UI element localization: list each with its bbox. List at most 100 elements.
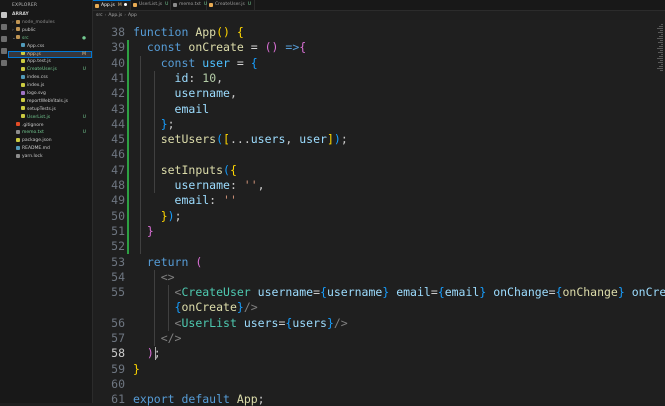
minimap-line: [659, 46, 663, 47]
tab-label: UserList.js: [139, 2, 163, 7]
code-line[interactable]: 55 <CreateUser username={username} email…: [93, 285, 665, 299]
line-number: 44: [111, 116, 125, 131]
indent-guide: [154, 70, 155, 194]
file-tree-item[interactable]: CreateUser.js U: [8, 66, 92, 74]
code-line[interactable]: 41 id: 10,: [93, 71, 665, 85]
code-line[interactable]: {onCreate}/>: [93, 300, 665, 314]
file-tree-item[interactable]: › public: [8, 27, 92, 35]
code-text: <UserList users={users}/>: [174, 315, 348, 330]
md-file-icon: [16, 145, 20, 150]
run-debug-icon[interactable]: [1, 48, 7, 54]
workspace-root[interactable]: ARRAY: [8, 11, 92, 19]
indent-guide: [140, 55, 141, 255]
file-tree-item[interactable]: reportWebVitals.js: [8, 98, 92, 106]
indent-guide: [154, 269, 155, 347]
code-text: const onCreate = () =>{: [146, 40, 307, 55]
code-line[interactable]: 61 export default App;: [93, 392, 665, 406]
line-number: 59: [111, 361, 125, 376]
file-tree-item-label: reportWebVitals.js: [27, 98, 68, 104]
search-icon[interactable]: [1, 24, 7, 30]
breadcrumb-file[interactable]: App.js: [108, 13, 122, 18]
file-tree-item[interactable]: UserList.js U: [8, 114, 92, 122]
file-tree-item[interactable]: package.json: [8, 137, 92, 145]
code-line[interactable]: 39 const onCreate = () =>{: [93, 40, 665, 54]
line-number: 55: [111, 285, 125, 300]
file-tree-item[interactable]: ⌄ src ●: [8, 35, 92, 43]
line-number: 57: [111, 331, 125, 345]
line-number: 50: [111, 208, 125, 223]
file-tree-item[interactable]: index.css: [8, 74, 92, 82]
breadcrumb-symbol[interactable]: App: [128, 13, 137, 18]
minimap[interactable]: [655, 20, 665, 75]
file-tree-item[interactable]: yarn.lock: [8, 153, 92, 161]
code-line[interactable]: 53 return (: [93, 255, 665, 269]
line-number: 60: [111, 376, 125, 391]
tab-memo-txt[interactable]: memo.txt U: [171, 0, 207, 10]
line-number: 41: [111, 70, 125, 85]
file-tree-item[interactable]: .gitignore: [8, 122, 92, 130]
minimap-line: [657, 28, 663, 29]
code-line[interactable]: 56 <UserList users={users}/>: [93, 316, 665, 330]
code-line[interactable]: 46: [93, 147, 665, 161]
code-editor[interactable]: 38 function App() {39 const onCreate = ()…: [93, 20, 665, 406]
minimap-line: [658, 62, 663, 63]
minimap-line: [661, 54, 663, 55]
line-number: 45: [111, 132, 125, 147]
file-tree-item-label: README.md: [22, 146, 50, 152]
file-tree-item[interactable]: setupTests.js: [8, 106, 92, 114]
code-line[interactable]: 43 email: [93, 102, 665, 116]
code-line[interactable]: 45 setUsers([...users, user]);: [93, 132, 665, 146]
minimap-line: [661, 24, 663, 25]
code-line[interactable]: 52: [93, 239, 665, 253]
tab-createuser-js[interactable]: CreateUser.js U: [207, 0, 255, 10]
js-file-icon: [21, 58, 25, 63]
file-tree-item-label: .gitignore: [22, 122, 44, 128]
txt-file-icon: [16, 129, 20, 134]
code-line[interactable]: 42 username,: [93, 86, 665, 100]
file-tree-item-label: package.json: [22, 138, 52, 144]
extensions-icon[interactable]: [1, 60, 7, 66]
minimap-line: [659, 26, 663, 27]
code-line[interactable]: 54 <>: [93, 270, 665, 284]
code-line[interactable]: 50 });: [93, 209, 665, 223]
code-line[interactable]: 59}: [93, 362, 665, 376]
code-line[interactable]: 38 function App() {: [93, 25, 665, 39]
code-line[interactable]: 47 setInputs({: [93, 163, 665, 177]
code-line[interactable]: 40 const user = {: [93, 56, 665, 70]
code-line[interactable]: 44 };: [93, 117, 665, 131]
code-text: export default App;: [133, 392, 265, 406]
file-tree-item[interactable]: README.md: [8, 145, 92, 153]
file-tree-item[interactable]: App.test.js: [8, 58, 92, 66]
file-tree-item[interactable]: logo.svg: [8, 90, 92, 98]
code-line[interactable]: 49 email: '': [93, 193, 665, 207]
file-tree-item[interactable]: › node_modules: [8, 19, 92, 27]
line-number: 47: [111, 162, 125, 177]
code-text: email: '': [174, 193, 237, 208]
scm-added-indicator[interactable]: [127, 40, 129, 255]
file-tree-item-label: index.css: [27, 75, 48, 81]
code-line[interactable]: 48 username: '',: [93, 178, 665, 192]
code-line[interactable]: 51 }: [93, 224, 665, 238]
breadcrumb-folder[interactable]: src: [96, 13, 103, 18]
js-file-icon: [95, 4, 99, 8]
file-tree-item[interactable]: App.js M: [8, 50, 92, 59]
file-tree-item-label: App.test.js: [27, 59, 51, 65]
unsaved-dot-icon[interactable]: [123, 3, 127, 6]
explorer-icon[interactable]: [1, 12, 7, 18]
code-line[interactable]: 57 </>: [93, 331, 665, 345]
file-tree-item[interactable]: memo.txt U: [8, 129, 92, 137]
code-text: );: [146, 346, 161, 361]
code-line[interactable]: 58 );: [93, 346, 665, 360]
source-control-icon[interactable]: [1, 36, 7, 42]
code-text: setUsers([...users, user]);: [160, 132, 348, 147]
file-tree-item[interactable]: index.js: [8, 82, 92, 90]
lock-file-icon: [16, 153, 20, 158]
code-text: username,: [174, 86, 237, 101]
file-tree-item-label: UserList.js: [27, 114, 51, 120]
js-file-icon: [21, 51, 25, 56]
file-tree-item[interactable]: App.css: [8, 43, 92, 51]
tab-userlist-js[interactable]: UserList.js U: [131, 0, 171, 10]
file-tree-item-label: App.css: [27, 43, 45, 49]
tab-app-js[interactable]: App.js M: [93, 0, 131, 10]
code-line[interactable]: 60: [93, 377, 665, 391]
